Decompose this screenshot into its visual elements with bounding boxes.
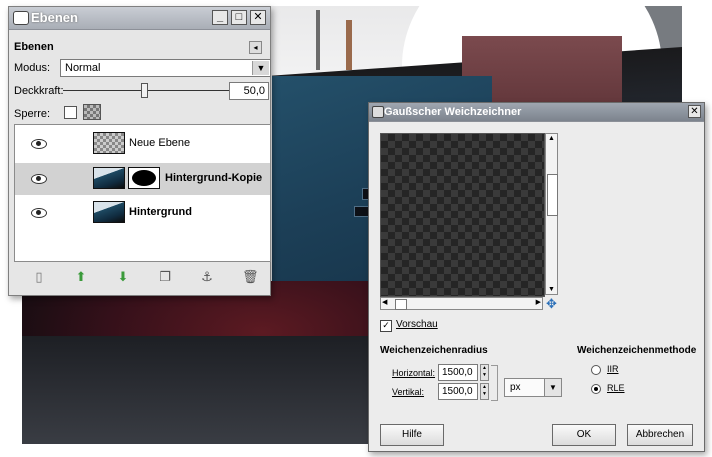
ok-button[interactable]: OK	[552, 424, 616, 446]
horizontal-label: Horizontal:	[392, 368, 436, 378]
gimp-icon	[13, 11, 29, 25]
radius-section-title: Weichenzeichenradius	[380, 345, 488, 356]
unit-select[interactable]: px ▼	[504, 378, 562, 397]
chain-link-icon[interactable]	[491, 365, 498, 401]
quay-ground	[22, 336, 382, 444]
scroll-right-icon[interactable]: ▶	[536, 298, 541, 306]
duplicate-layer-icon[interactable]: ❐	[158, 270, 172, 284]
help-button[interactable]: Hilfe	[380, 424, 444, 446]
delete-layer-icon[interactable]: 🗑	[242, 270, 259, 284]
mode-label: Modus:	[14, 62, 51, 74]
vertical-input[interactable]: 1500,0	[438, 383, 478, 400]
layers-window-titlebar[interactable]: Ebenen _ □ ✕	[9, 7, 270, 30]
eye-icon[interactable]	[31, 174, 47, 184]
new-layer-icon[interactable]: ▯	[32, 270, 46, 284]
window-title: Ebenen	[31, 10, 78, 25]
anchor-layer-icon[interactable]: ⚓	[200, 270, 214, 284]
layer-row[interactable]: Hintergrund	[15, 197, 270, 229]
lower-layer-icon[interactable]: ⬇	[116, 270, 130, 284]
lock-alpha-icon[interactable]	[83, 104, 101, 120]
layer-toolbar: ▯ ⬆ ⬇ ❐ ⚓ 🗑	[14, 266, 271, 290]
layer-mask-thumbnail[interactable]	[128, 167, 160, 189]
opacity-slider-thumb[interactable]	[141, 83, 148, 98]
gaussian-blur-dialog: Gaußscher Weichzeichner ✕ ▲ ▼ ◀ ▶ ✥ ✓ Vo…	[368, 102, 705, 452]
layer-row[interactable]: Neue Ebene	[15, 128, 270, 160]
layer-list: Neue Ebene Hintergrund-Kopie Hintergrund	[14, 124, 271, 262]
layer-thumbnail	[93, 201, 125, 223]
preview-checkbox[interactable]: ✓	[380, 320, 392, 332]
dialog-titlebar[interactable]: Gaußscher Weichzeichner ✕	[369, 103, 704, 122]
ship-mast	[316, 10, 320, 70]
method-iir-radio[interactable]	[591, 365, 601, 375]
layers-window: Ebenen _ □ ✕ Ebenen ◂ Modus: Normal ▼ De…	[8, 6, 271, 296]
close-button[interactable]: ✕	[688, 105, 701, 118]
navigate-icon[interactable]: ✥	[545, 297, 558, 310]
cancel-button[interactable]: Abbrechen	[627, 424, 693, 446]
close-button[interactable]: ✕	[250, 10, 266, 25]
opacity-label: Deckkraft:	[14, 85, 64, 97]
layer-row[interactable]: Hintergrund-Kopie	[15, 163, 270, 195]
eye-icon[interactable]	[31, 139, 47, 149]
method-section-title: Weichenzeichenmethode	[577, 345, 697, 356]
gimp-icon	[372, 106, 384, 118]
dock-menu-button[interactable]: ◂	[249, 41, 262, 54]
vertical-label: Vertikal:	[392, 387, 425, 397]
method-iir-label[interactable]: IIR	[607, 364, 619, 374]
maximize-button[interactable]: □	[231, 10, 247, 25]
layer-thumbnail	[93, 167, 125, 189]
layer-thumbnail	[93, 132, 125, 154]
horizontal-scrollbar[interactable]: ◀ ▶	[380, 297, 543, 310]
lock-pixels-checkbox[interactable]	[64, 106, 77, 119]
horizontal-spin-arrows[interactable]: ▲ ▼	[480, 364, 489, 381]
mode-select[interactable]: Normal ▼	[60, 59, 271, 77]
opacity-slider-track[interactable]	[63, 90, 233, 91]
preview-label[interactable]: Vorschau	[396, 319, 438, 330]
layer-name: Neue Ebene	[129, 137, 191, 149]
preview-canvas[interactable]	[380, 133, 545, 297]
layer-name: Hintergrund-Kopie	[165, 172, 263, 184]
vertical-scrollbar[interactable]: ▲ ▼	[545, 133, 558, 295]
scroll-down-icon[interactable]: ▼	[547, 286, 556, 293]
scrollbar-thumb[interactable]	[395, 299, 407, 310]
mode-value: Normal	[65, 62, 101, 74]
horizontal-input[interactable]: 1500,0	[438, 364, 478, 381]
raise-layer-icon[interactable]: ⬆	[74, 270, 88, 284]
eye-icon[interactable]	[31, 208, 47, 218]
chevron-down-icon: ▼	[544, 379, 561, 396]
ship-crane	[346, 20, 352, 70]
dialog-title: Gaußscher Weichzeichner	[384, 106, 522, 118]
vertical-spin-arrows[interactable]: ▲ ▼	[480, 383, 489, 400]
opacity-input[interactable]: 50,0	[229, 82, 269, 100]
lock-label: Sperre:	[14, 108, 51, 120]
method-rle-radio[interactable]	[591, 384, 601, 394]
layer-name: Hintergrund	[129, 206, 192, 218]
method-rle-label[interactable]: RLE	[607, 383, 625, 393]
unit-value: px	[510, 382, 521, 393]
dock-title: Ebenen	[14, 41, 54, 53]
chevron-down-icon: ▼	[252, 61, 269, 75]
scroll-up-icon[interactable]: ▲	[547, 135, 556, 142]
scrollbar-thumb[interactable]	[547, 174, 558, 216]
minimize-button[interactable]: _	[212, 10, 228, 25]
scroll-left-icon[interactable]: ◀	[382, 298, 387, 306]
